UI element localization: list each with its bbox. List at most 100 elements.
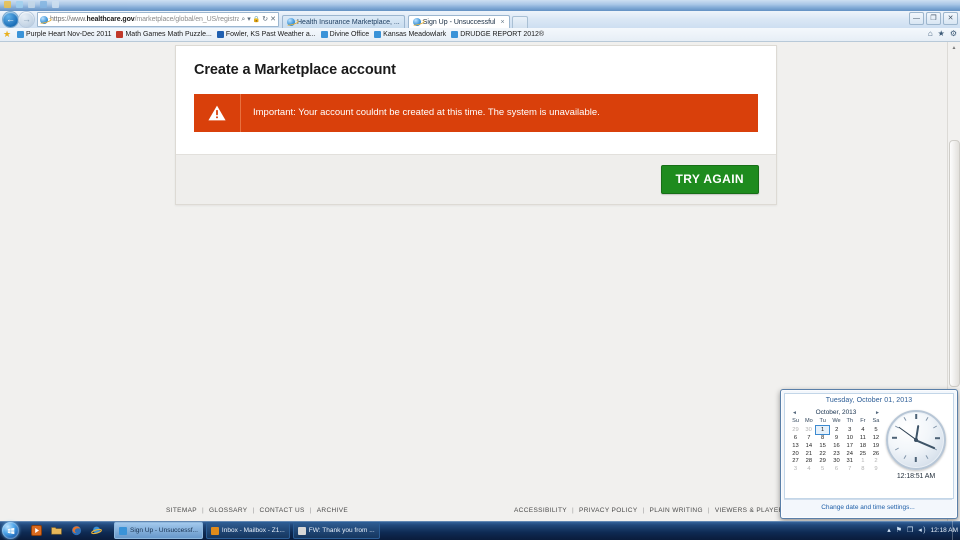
calendar-day[interactable]: 26 <box>869 450 882 458</box>
calendar-day[interactable]: 10 <box>843 434 856 442</box>
bookmark-kansas-meadowlark[interactable]: Kansas Meadowlark <box>374 31 446 38</box>
calendar-day[interactable]: 16 <box>830 442 844 450</box>
calendar-day[interactable]: 20 <box>789 450 802 458</box>
favorites-star-icon[interactable]: ★ <box>3 30 12 39</box>
scroll-up-arrow-icon[interactable]: ▲ <box>948 42 960 54</box>
calendar-day[interactable]: 15 <box>816 442 830 450</box>
start-button[interactable] <box>2 522 19 539</box>
calendar-weekday: We <box>832 418 841 425</box>
footer-link-accessibility[interactable]: ACCESSIBILITY <box>514 507 567 514</box>
footer-link-glossary[interactable]: GLOSSARY <box>209 507 247 514</box>
bookmark-fowler-weather[interactable]: Fowler, KS Past Weather a... <box>216 31 316 38</box>
calendar-day[interactable]: 8 <box>856 465 869 473</box>
calendar-day[interactable]: 14 <box>802 442 816 450</box>
calendar-day[interactable]: 8 <box>816 434 830 442</box>
calendar-day[interactable]: 2 <box>869 457 882 465</box>
media-player-icon[interactable] <box>31 525 42 536</box>
firefox-icon[interactable] <box>71 525 82 536</box>
network-icon[interactable]: ❐ <box>907 527 913 534</box>
internet-explorer-icon[interactable] <box>91 525 102 536</box>
taskbar-button-sign-up[interactable]: Sign Up - Unsuccessf... <box>114 522 203 539</box>
tab-health-insurance-marketplace[interactable]: Health Insurance Marketplace, ... <box>282 14 405 29</box>
scrollbar-thumb[interactable] <box>949 140 960 387</box>
calendar-day[interactable]: 31 <box>843 457 856 465</box>
browser-title-bar[interactable] <box>0 0 960 11</box>
calendar-day[interactable]: 19 <box>869 442 882 450</box>
calendar-day[interactable]: 12 <box>869 434 882 442</box>
calendar-day[interactable]: 29 <box>816 457 830 465</box>
bookmark-purple-heart[interactable]: Purple Heart Nov-Dec 2011 <box>17 31 111 38</box>
calendar-day-today[interactable]: 1 <box>815 425 831 435</box>
maximize-button[interactable]: ❐ <box>926 12 941 25</box>
calendar-day[interactable]: 30 <box>830 457 844 465</box>
calendar-day[interactable]: 5 <box>869 426 882 435</box>
calendar-day[interactable]: 2 <box>830 426 844 435</box>
bookmark-math-games[interactable]: Math Games Math Puzzle... <box>116 31 212 38</box>
footer-link-plain-writing[interactable]: PLAIN WRITING <box>650 507 703 514</box>
footer-link-viewers-players[interactable]: VIEWERS & PLAYERS <box>715 507 788 514</box>
calendar-day[interactable]: 13 <box>789 442 802 450</box>
address-bar[interactable]: https://www.healthcare.gov/marketplace/g… <box>37 12 279 27</box>
search-icon[interactable]: ⌕ <box>241 16 245 23</box>
chevron-down-icon[interactable]: ▾ <box>247 16 251 23</box>
calendar-day[interactable]: 6 <box>830 465 844 473</box>
tab-favicon-icon <box>412 18 421 26</box>
taskbar-button-fw-thank-you[interactable]: FW: Thank you from ... <box>292 522 380 539</box>
bookmark-favicon-icon <box>216 31 224 38</box>
calendar-day[interactable]: 7 <box>802 434 816 442</box>
volume-icon[interactable]: ◂ ) <box>918 527 925 534</box>
calendar-day[interactable]: 23 <box>830 450 844 458</box>
calendar-day[interactable]: 9 <box>869 465 882 473</box>
calendar-month-title[interactable]: October, 2013 <box>816 409 857 416</box>
footer-link-sitemap[interactable]: SITEMAP <box>166 507 197 514</box>
clock-tick <box>892 437 897 439</box>
calendar-day[interactable]: 29 <box>789 426 802 435</box>
footer-link-archive[interactable]: ARCHIVE <box>317 507 348 514</box>
calendar-day[interactable]: 18 <box>856 442 869 450</box>
calendar-day[interactable]: 1 <box>856 457 869 465</box>
calendar-day[interactable]: 17 <box>843 442 856 450</box>
action-center-flag-icon[interactable]: ⚑ <box>896 527 902 534</box>
change-date-time-settings-link[interactable]: Change date and time settings... <box>821 504 915 511</box>
tab-sign-up-unsuccessful[interactable]: Sign Up - Unsuccessful × <box>407 14 510 29</box>
calendar-day[interactable]: 9 <box>830 434 844 442</box>
calendar-day[interactable]: 5 <box>816 465 830 473</box>
bookmark-divine-office[interactable]: Divine Office <box>320 31 369 38</box>
home-icon[interactable]: ⌂ <box>928 29 933 38</box>
favorites-star-icon[interactable]: ★ <box>938 29 945 38</box>
bookmark-drudge-report[interactable]: DRUDGE REPORT 2012® <box>451 31 544 38</box>
footer-link-privacy-policy[interactable]: PRIVACY POLICY <box>579 507 637 514</box>
calendar-day[interactable]: 28 <box>802 457 816 465</box>
calendar-day[interactable]: 4 <box>802 465 816 473</box>
stop-icon[interactable]: ✕ <box>270 16 276 23</box>
new-tab-button[interactable] <box>511 15 528 28</box>
calendar-day[interactable]: 25 <box>856 450 869 458</box>
refresh-icon[interactable]: ↻ <box>262 16 268 23</box>
back-button[interactable]: ← <box>3 12 18 27</box>
close-button[interactable]: ✕ <box>943 12 958 25</box>
show-desktop-button[interactable] <box>952 521 958 540</box>
calendar-day[interactable]: 3 <box>789 465 802 473</box>
tab-close-icon[interactable]: × <box>500 19 504 26</box>
forward-button[interactable]: → <box>19 12 34 27</box>
calendar-day[interactable]: 6 <box>789 434 802 442</box>
minimize-button[interactable]: — <box>909 12 924 25</box>
try-again-button[interactable]: TRY AGAIN <box>660 165 759 194</box>
taskbar-button-inbox[interactable]: Inbox - Mailbox - Z1... <box>205 522 290 539</box>
calendar-next-month-icon[interactable]: ► <box>875 410 880 416</box>
show-hidden-icons-chevron-icon[interactable]: ▴ <box>887 527 891 534</box>
calendar-day[interactable]: 7 <box>843 465 856 473</box>
calendar-day[interactable]: 30 <box>802 426 816 435</box>
calendar-day[interactable]: 24 <box>843 450 856 458</box>
calendar-day[interactable]: 11 <box>856 434 869 442</box>
calendar-day[interactable]: 27 <box>789 457 802 465</box>
gear-icon[interactable]: ⚙ <box>950 29 957 38</box>
footer-link-contact-us[interactable]: CONTACT US <box>260 507 305 514</box>
calendar-day[interactable]: 4 <box>856 426 869 435</box>
windows-explorer-icon[interactable] <box>51 525 62 536</box>
calendar-day[interactable]: 21 <box>802 450 816 458</box>
title-bar-mini-icons <box>4 1 59 8</box>
calendar-day[interactable]: 22 <box>816 450 830 458</box>
calendar-day[interactable]: 3 <box>843 426 856 435</box>
calendar-prev-month-icon[interactable]: ◄ <box>792 410 797 416</box>
